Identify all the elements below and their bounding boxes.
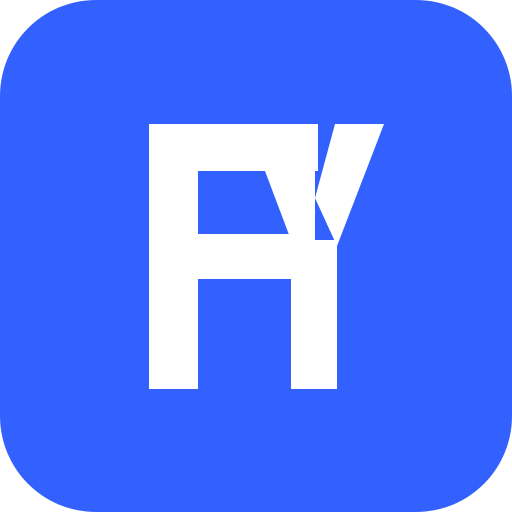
- y-stem: [291, 240, 337, 389]
- f-top-bar: [149, 124, 318, 171]
- app-icon: FY: [0, 0, 512, 512]
- f-middle-bar: [149, 234, 291, 279]
- fy-monogram-app-icon: [0, 0, 512, 512]
